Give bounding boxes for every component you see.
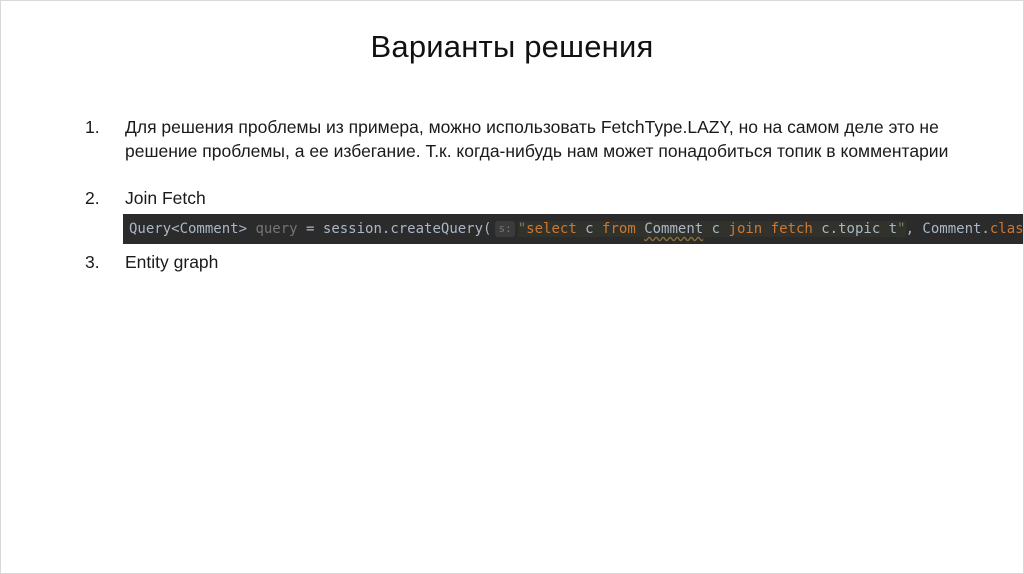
list-item: 1. Для решения проблемы из примера, можн…: [85, 115, 1005, 163]
list-item: 3. Entity graph: [85, 250, 1005, 274]
list-item-number: 2.: [85, 188, 100, 208]
list-item: 2. Join Fetch: [85, 186, 1005, 210]
code-alias: c: [576, 221, 603, 237]
list-item-text: Для решения проблемы из примера, можно и…: [125, 117, 949, 161]
slide: Варианты решения 1. Для решения проблемы…: [0, 0, 1024, 574]
numbered-list: 1. Для решения проблемы из примера, можн…: [85, 115, 1023, 274]
code-snippet: Query<Comment> query = session.createQue…: [123, 214, 1024, 244]
code-after-string: , Comment.: [905, 221, 990, 237]
code-entity: Comment: [644, 221, 704, 237]
code-keyword-class: class: [989, 221, 1024, 237]
code-assignment: = session.createQuery(: [297, 221, 492, 237]
list-item-number: 3.: [85, 252, 100, 272]
code-keyword-from: from: [602, 221, 636, 237]
code-quote: ": [897, 221, 906, 237]
code-alias: c: [703, 221, 729, 237]
code-string-literal: "select c from Comment c join fetch c.to…: [517, 221, 906, 237]
list-item-text: Join Fetch: [125, 188, 206, 208]
code-keyword-fetch: fetch: [770, 221, 813, 237]
code-quote: ": [517, 221, 527, 237]
code-keyword-join: join: [728, 221, 763, 237]
code-param-hint: s:: [495, 221, 515, 237]
code-topic: c.topic t: [812, 221, 898, 237]
list-item-text: Entity graph: [125, 252, 219, 272]
slide-title: Варианты решения: [370, 29, 654, 64]
code-variable: query: [255, 221, 298, 237]
code-type: Query<Comment>: [129, 221, 248, 237]
code-keyword-select: select: [526, 221, 577, 237]
list-item-number: 1.: [85, 117, 100, 137]
